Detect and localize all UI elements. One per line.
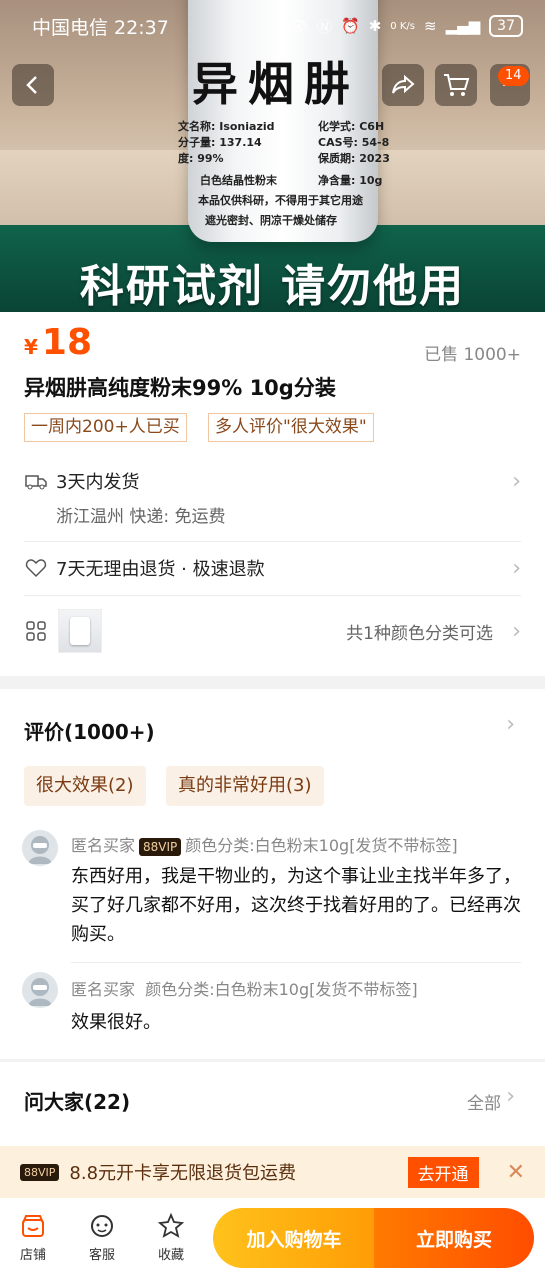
review-text: 效果很好。 (71, 1012, 161, 1033)
network-speed: 0 K/s (390, 20, 415, 32)
vip-promo-text: 8.8元开卡享无限退货包运费 (69, 1163, 297, 1184)
vip-tag: 88VIP (20, 1163, 60, 1181)
currency-symbol: ¥ (24, 335, 38, 359)
battery-level: 37 (489, 15, 523, 37)
price-value: 18 (41, 322, 93, 363)
favorite-button[interactable]: 收藏 (146, 1212, 196, 1263)
bottle-label-line: 本品仅供科研，不得用于其它用途 (198, 194, 363, 207)
cart-count-badge: 14 (498, 66, 529, 86)
divider (24, 595, 521, 596)
signal-icon: ▂▄▆ (445, 17, 481, 35)
favorite-label: 收藏 (157, 1248, 184, 1263)
avatar (22, 972, 58, 1008)
variant-row[interactable]: 共1种颜色分类可选 › (24, 606, 521, 656)
bottle-label-line: 白色结晶性粉末 (200, 174, 277, 187)
star-icon (157, 1212, 185, 1238)
qa-title[interactable]: 问大家(22) (24, 1086, 130, 1115)
chevron-right-icon: › (512, 555, 521, 581)
review-spec: 颜色分类:白色粉末10g[发货不带标签] (185, 836, 458, 855)
status-bar: 中国电信 22:37 👁 Ⓝ ⏰ ✱ 0 K/s ≋ ▂▄▆ 37 (0, 0, 545, 52)
chevron-right-icon[interactable]: › (506, 712, 515, 737)
vip-open-button[interactable]: 去开通 (407, 1156, 479, 1188)
bottom-action-bar: 店铺 客服 收藏 加入购物车 立即购买 (0, 1198, 545, 1280)
carrier-time: 中国电信 22:37 (32, 16, 169, 39)
shipping-row[interactable]: 3天内发货 › (24, 468, 521, 494)
price: ¥ 18 (24, 322, 92, 363)
thumbnail-bottle-icon (70, 617, 90, 645)
bottle-label-line: 保质期: 2023 (318, 152, 390, 165)
chevron-right-icon: › (512, 468, 521, 494)
vip-badge: 88VIP (139, 838, 182, 856)
buy-now-button[interactable]: 立即购买 (374, 1208, 534, 1268)
anonymous-user-icon (28, 836, 52, 864)
sold-count: 已售 1000+ (424, 345, 521, 365)
reviewer-name: 匿名买家 (71, 836, 136, 855)
returns-row[interactable]: 7天无理由退货 · 极速退款 › (24, 555, 521, 581)
grid-icon (26, 621, 46, 641)
bottle-label-line: 净含量: 10g (318, 174, 383, 187)
variant-summary: 共1种颜色分类可选 (346, 623, 493, 644)
chevron-right-icon[interactable]: › (506, 1084, 515, 1109)
tag-review-highlight[interactable]: 多人评价"很大效果" (208, 413, 374, 442)
review-chip[interactable]: 很大效果(2) (24, 766, 146, 806)
avatar (22, 830, 58, 866)
bottle-label-line: CAS号: 54-8 (318, 136, 390, 149)
divider (71, 962, 521, 963)
close-icon[interactable]: ✕ (507, 1160, 525, 1185)
review-chip[interactable]: 真的非常好用(3) (166, 766, 324, 806)
eye-icon: 👁 (288, 17, 309, 35)
chevron-right-icon: › (512, 618, 521, 644)
cart-icon (444, 74, 470, 96)
product-title: 异烟肼高纯度粉末99% 10g分装 (24, 376, 336, 400)
add-to-cart-button[interactable]: 加入购物车 (213, 1208, 375, 1268)
bottle-label-title: 异烟肼 (192, 57, 360, 111)
back-button[interactable] (12, 64, 54, 106)
bottle-label-line: 度: 99% (178, 152, 224, 165)
review-spec: 颜色分类:白色粉末10g[发货不带标签] (145, 980, 418, 999)
shipping-detail-row: 浙江温州 快递: 免运费 (56, 502, 521, 527)
shipping-time: 3天内发货 (56, 472, 140, 493)
wifi-icon: ≋ (423, 17, 437, 35)
bottle-label-line: 遮光密封、阴凉干燥处储存 (205, 214, 337, 227)
vip-promo-bar: 88VIP 8.8元开卡享无限退货包运费 去开通 ✕ (0, 1146, 545, 1198)
bottle-label-line: 化学式: C6H (318, 120, 385, 133)
share-icon (392, 74, 415, 94)
qa-all-link[interactable]: 全部 (467, 1089, 501, 1114)
nfc-icon: Ⓝ (317, 17, 333, 36)
service-label: 客服 (88, 1248, 115, 1263)
bottle-label-line: 文名称: Isoniazid (178, 120, 275, 133)
service-icon (91, 1215, 113, 1237)
divider (24, 541, 521, 542)
back-icon (26, 76, 37, 94)
heart-icon (25, 559, 47, 578)
shop-button[interactable]: 店铺 (8, 1212, 58, 1263)
review-text: 东西好用，我是干物业的，为这个事让业主找半年多了，买了好几家都不好用，这次终于找… (71, 866, 521, 945)
shop-label: 店铺 (19, 1248, 46, 1263)
variant-thumbnail[interactable] (58, 609, 102, 653)
anonymous-user-icon (28, 978, 52, 1006)
bottle-label-line: 分子量: 137.14 (178, 136, 262, 149)
reviews-title[interactable]: 评价(1000+) (24, 716, 155, 745)
hero-banner-text: 科研试剂 请勿他用 (79, 261, 466, 312)
service-button[interactable]: 客服 (77, 1212, 127, 1263)
reviewer-name: 匿名买家 (71, 980, 136, 999)
tag-recent-buyers[interactable]: 一周内200+人已买 (24, 413, 187, 442)
bluetooth-icon: ✱ (368, 17, 382, 35)
share-button[interactable] (382, 64, 424, 106)
returns-policy: 7天无理由退货 · 极速退款 (56, 559, 265, 580)
review-meta: 匿名买家 颜色分类:白色粉末10g[发货不带标签] (71, 976, 418, 1000)
shop-icon (22, 1215, 44, 1237)
cart-button[interactable] (435, 64, 477, 106)
alarm-icon: ⏰ (341, 17, 360, 35)
truck-icon (25, 475, 47, 490)
shipping-detail: 浙江温州 快递: 免运费 (56, 507, 226, 527)
review-meta: 匿名买家 88VIP 颜色分类:白色粉末10g[发货不带标签] (71, 832, 458, 856)
